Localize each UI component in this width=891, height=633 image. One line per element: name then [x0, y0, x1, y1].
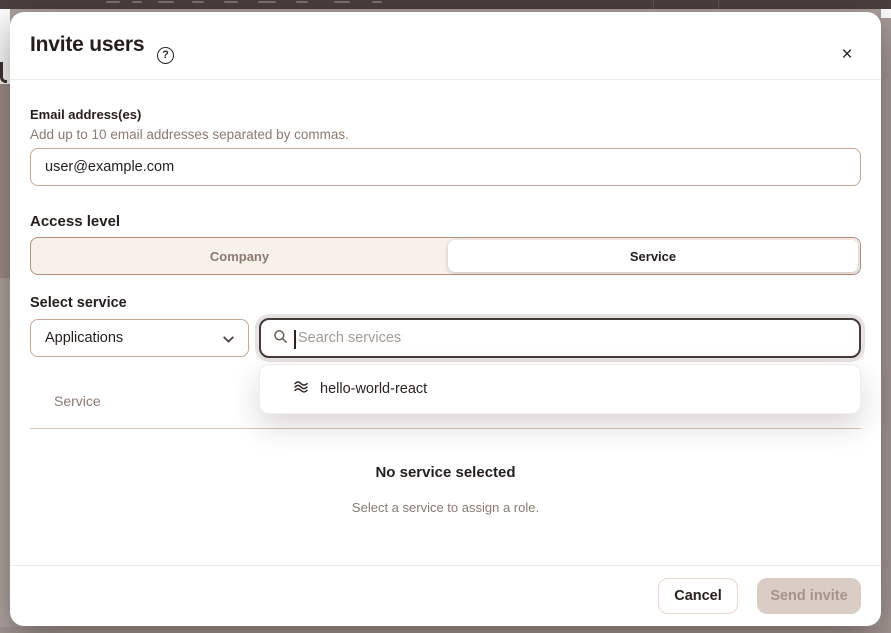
service-stack-icon: [293, 379, 309, 400]
modal-title: Invite users: [30, 33, 144, 57]
page-edge-right: [881, 9, 891, 18]
search-icon: [273, 329, 288, 349]
service-category-select[interactable]: Applications: [30, 319, 249, 357]
empty-state-subtitle: Select a service to assign a role.: [10, 500, 881, 515]
cancel-button[interactable]: Cancel: [658, 578, 738, 614]
close-icon[interactable]: ×: [835, 43, 859, 67]
page-edge-left: [0, 278, 10, 627]
email-label: Email address(es): [30, 107, 141, 122]
topbar-text-fragment: [192, 1, 204, 3]
help-icon[interactable]: ?: [157, 47, 174, 64]
topbar-text-fragment: [258, 1, 276, 3]
topbar-divider: [653, 0, 654, 9]
header-divider: [10, 79, 881, 80]
topbar-divider: [718, 0, 719, 9]
email-helper-text: Add up to 10 email addresses separated b…: [30, 127, 349, 142]
search-input[interactable]: [294, 330, 849, 346]
access-option-service[interactable]: Service: [448, 240, 858, 272]
select-service-label: Select service: [30, 295, 127, 311]
topbar-text-fragment: [158, 1, 174, 3]
search-result-item[interactable]: hello-world-react: [260, 365, 860, 413]
topbar-text-fragment: [296, 1, 308, 3]
send-invite-button[interactable]: Send invite: [757, 578, 861, 614]
email-input[interactable]: [30, 148, 861, 186]
invite-users-modal: Invite users ? × Email address(es) Add u…: [10, 12, 881, 626]
text-caret: [294, 330, 296, 349]
topbar-text-fragment: [224, 1, 238, 3]
page-edge-left: [0, 84, 10, 278]
service-column-header: Service: [54, 393, 101, 409]
topbar-text-fragment: [132, 1, 142, 3]
topbar-text-fragment: [334, 1, 350, 3]
access-option-company[interactable]: Company: [31, 238, 448, 274]
footer-divider: [10, 565, 881, 566]
topbar-text-fragment: [372, 1, 382, 3]
service-category-value: Applications: [45, 330, 123, 346]
search-results-dropdown: hello-world-react: [259, 364, 861, 414]
topbar-text-fragment: [106, 1, 120, 3]
chevron-down-icon: [222, 333, 235, 351]
modal-header: Invite users ? ×: [10, 12, 881, 79]
page-heading-fragment: [0, 62, 7, 83]
service-search-box: [259, 318, 861, 358]
list-divider: [30, 428, 861, 429]
access-level-label: Access level: [30, 213, 120, 230]
search-result-label: hello-world-react: [320, 381, 427, 397]
page-edge-bottom: [0, 627, 891, 633]
empty-state-title: No service selected: [10, 464, 881, 481]
page-edge-right: [881, 18, 891, 627]
access-level-segmented-control: Company Service: [30, 237, 861, 275]
page-topbar: [0, 0, 891, 9]
